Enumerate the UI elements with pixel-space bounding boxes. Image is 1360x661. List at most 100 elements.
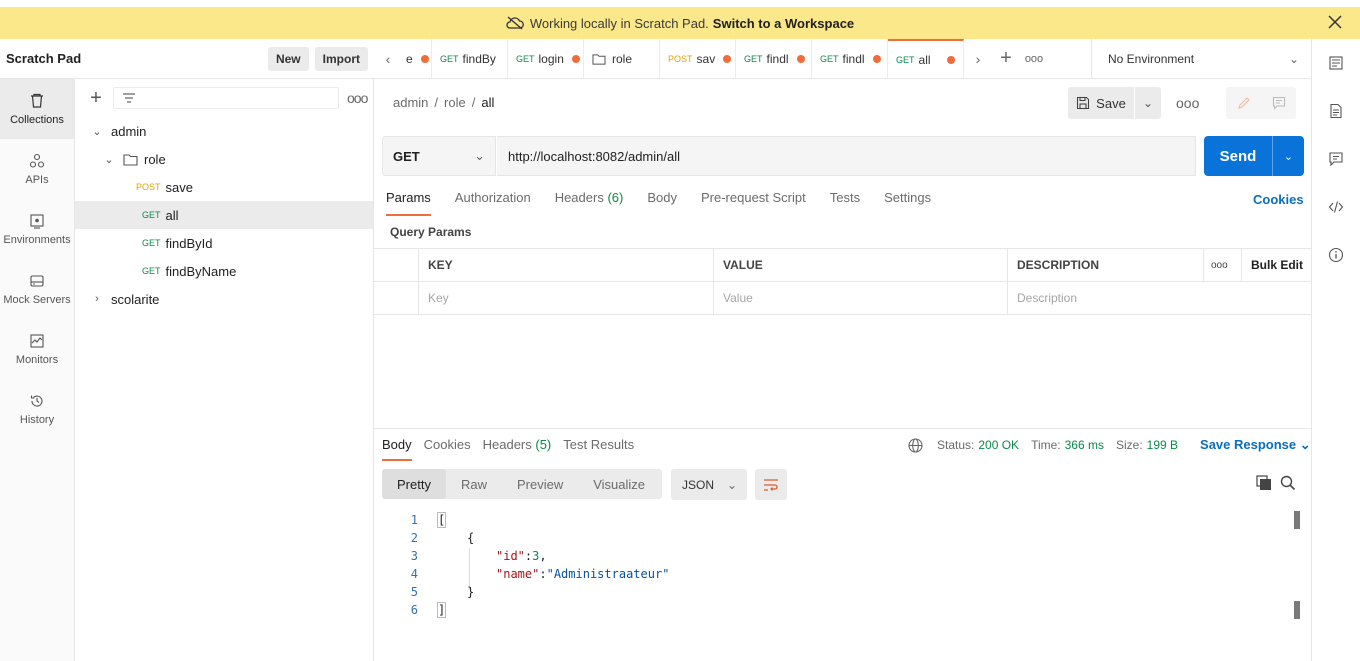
tab-test-results[interactable]: Test Results: [563, 437, 634, 461]
tab-response-cookies[interactable]: Cookies: [424, 437, 471, 461]
tab-body[interactable]: Body: [647, 190, 677, 216]
environment-select[interactable]: No Environment ⌄: [1091, 39, 1311, 78]
key-input[interactable]: Key: [419, 282, 714, 314]
tab-request[interactable]: GET findBy: [432, 39, 508, 78]
rail-item-environments[interactable]: Environments: [0, 199, 74, 259]
code-icon[interactable]: [1312, 183, 1360, 231]
tabs-more-icon[interactable]: ooo: [1020, 39, 1048, 78]
row-checkbox[interactable]: [374, 282, 419, 314]
rail-item-mock-servers[interactable]: Mock Servers: [0, 259, 74, 319]
wrap-lines-button[interactable]: [755, 469, 787, 500]
pencil-icon[interactable]: [1237, 96, 1251, 110]
tree-request-findbyname[interactable]: GET findByName: [75, 257, 373, 285]
filter-input[interactable]: [113, 87, 339, 109]
tab-preview[interactable]: Preview: [502, 469, 578, 499]
tab-visualize[interactable]: Visualize: [578, 469, 660, 499]
time-value[interactable]: 366 ms: [1065, 438, 1104, 452]
breadcrumb-item[interactable]: role: [444, 95, 466, 110]
rail-item-collections[interactable]: Collections: [0, 79, 74, 139]
chevron-down-icon[interactable]: ⌄: [1273, 150, 1304, 163]
globe-icon[interactable]: [908, 437, 923, 453]
value-input[interactable]: Value: [714, 282, 1008, 314]
cookies-link[interactable]: Cookies: [1253, 192, 1304, 207]
tab-pre-request-script[interactable]: Pre-request Script: [701, 190, 806, 216]
scrollbar-marker[interactable]: [1294, 601, 1300, 619]
response-divider[interactable]: [374, 428, 1311, 429]
documentation-icon[interactable]: [1312, 87, 1360, 135]
tab-label: findl: [842, 51, 865, 66]
description-input[interactable]: Description: [1008, 282, 1311, 314]
tab-response-headers[interactable]: Headers (5): [483, 437, 552, 461]
chevron-right-icon[interactable]: ›: [964, 39, 992, 78]
code-line: 5}: [394, 583, 669, 601]
chevron-down-icon[interactable]: ⌄: [1135, 87, 1161, 119]
status-value[interactable]: 200 OK: [978, 438, 1019, 452]
cloud-off-icon: [506, 16, 524, 30]
response-meta: Status: 200 OK Time: 366 ms Size: 199 B Sav…: [908, 437, 1311, 453]
chevron-down-icon: ⌄: [1288, 51, 1299, 66]
tree-request-save[interactable]: POST save: [75, 173, 373, 201]
unsaved-dot: [571, 54, 580, 63]
tree-collection-admin[interactable]: ⌄ admin: [75, 117, 373, 145]
tab-headers[interactable]: Headers (6): [555, 190, 624, 216]
new-tab-plus-icon[interactable]: +: [992, 39, 1020, 78]
tree-folder-role[interactable]: ⌄ role: [75, 145, 373, 173]
tab-raw[interactable]: Raw: [446, 469, 502, 499]
chevron-left-icon[interactable]: ‹: [374, 39, 402, 78]
rail-item-apis[interactable]: APIs: [0, 139, 74, 199]
search-icon[interactable]: [1280, 475, 1296, 491]
comments-icon[interactable]: [1312, 135, 1360, 183]
breadcrumb-item[interactable]: admin: [393, 95, 428, 110]
size-value[interactable]: 199 B: [1147, 438, 1178, 452]
table-more-icon[interactable]: ooo: [1204, 249, 1242, 281]
tab-params[interactable]: Params: [386, 190, 431, 216]
scrollbar-marker[interactable]: [1294, 511, 1300, 529]
tab-request[interactable]: GET login: [508, 39, 584, 78]
tab-authorization[interactable]: Authorization: [455, 190, 531, 216]
tab-tests[interactable]: Tests: [830, 190, 860, 216]
comment-icon[interactable]: [1272, 96, 1286, 110]
tab-folder[interactable]: role: [584, 39, 660, 78]
save-button[interactable]: Save: [1068, 87, 1134, 119]
tab-request[interactable]: GET findl: [812, 39, 888, 78]
bulk-edit-button[interactable]: Bulk Edit: [1242, 249, 1311, 281]
tab-request-active[interactable]: GET all: [888, 39, 964, 78]
import-button[interactable]: Import: [314, 46, 368, 71]
switch-workspace-link[interactable]: Switch to a Workspace: [713, 16, 854, 31]
format-select[interactable]: JSON ⌄: [671, 469, 747, 500]
save-response-button[interactable]: Save Response ⌄: [1200, 437, 1311, 453]
scratch-pad-banner: Working locally in Scratch Pad. Switch t…: [0, 7, 1360, 39]
tree-request-all[interactable]: GET all: [75, 201, 373, 229]
new-button[interactable]: New: [267, 46, 309, 71]
tab-response-body[interactable]: Body: [382, 437, 412, 461]
tab-request[interactable]: POST sav: [660, 39, 736, 78]
send-button[interactable]: Send ⌄: [1204, 136, 1304, 176]
headers-count: (5): [535, 437, 552, 452]
rail-item-history[interactable]: History: [0, 379, 74, 439]
tab-pretty[interactable]: Pretty: [382, 469, 446, 499]
tab-label: role: [612, 51, 633, 66]
request-more-icon[interactable]: ooo: [1176, 95, 1199, 111]
plus-icon[interactable]: +: [87, 87, 105, 110]
tab-request[interactable]: e: [402, 39, 432, 78]
chevron-down-icon: ⌄: [104, 153, 114, 166]
environment-quicklook-icon[interactable]: [1312, 39, 1360, 87]
tab-request[interactable]: GET findl: [736, 39, 812, 78]
rail-label: APIs: [25, 173, 49, 186]
chevron-right-icon: ›: [95, 293, 99, 305]
tree-collection-scolarite[interactable]: › scolarite: [75, 285, 373, 313]
table-header-row: KEY VALUE DESCRIPTION ooo Bulk Edit: [374, 249, 1311, 282]
more-options-icon[interactable]: ooo: [347, 90, 368, 106]
request-name: save: [165, 179, 193, 195]
close-icon[interactable]: [1326, 14, 1344, 32]
response-body-code[interactable]: 1[ 2{ 3 "id": 3, 4 "name": "Administraateu…: [394, 511, 669, 619]
info-icon[interactable]: [1312, 231, 1360, 279]
tab-method: GET: [896, 54, 915, 65]
tab-settings[interactable]: Settings: [884, 190, 931, 216]
copy-icon[interactable]: [1256, 475, 1272, 491]
column-header: KEY: [419, 249, 714, 281]
url-input[interactable]: http://localhost:8082/admin/all: [497, 136, 1196, 176]
method-select[interactable]: GET ⌄: [382, 136, 496, 176]
rail-item-monitors[interactable]: Monitors: [0, 319, 74, 379]
tree-request-findbyid[interactable]: GET findById: [75, 229, 373, 257]
